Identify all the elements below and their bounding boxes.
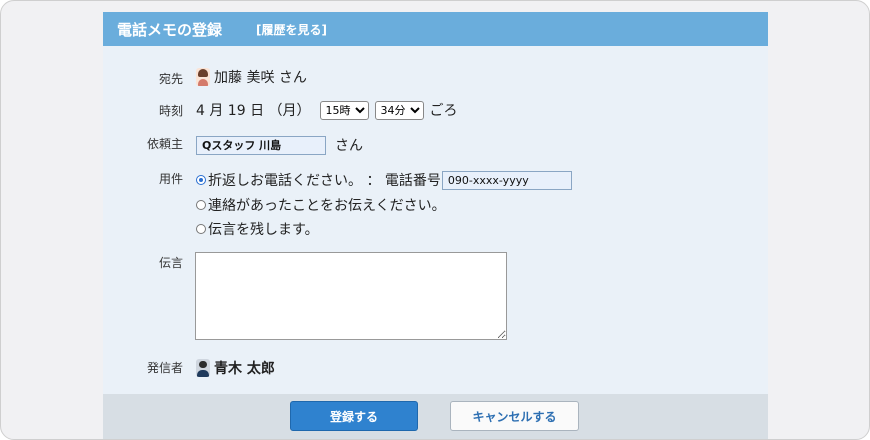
time-suffix: ごろ [429, 103, 458, 119]
sender-label: 発信者 [146, 361, 183, 375]
minute-select[interactable]: 34分 [374, 100, 424, 120]
cancel-button[interactable]: キャンセルする [450, 401, 579, 431]
requester-label: 依頼主 [146, 137, 183, 151]
message-label: 伝言 [158, 256, 183, 270]
time-label: 時刻 [158, 104, 183, 118]
sender-avatar-icon [196, 359, 210, 377]
panel-header: 電話メモの登録 [履歴を見る] [103, 12, 768, 46]
message-textarea[interactable] [195, 252, 507, 340]
radio-callback-icon[interactable] [196, 175, 206, 185]
time-value: 4 月 19 日 （月） 15時 34分 ごろ [196, 100, 458, 120]
page-title: 電話メモの登録 [117, 20, 223, 39]
recipient-name: 加藤 美咲 さん [214, 70, 307, 86]
business-option-3[interactable]: 伝言を残します。 [196, 219, 319, 239]
window-frame: 電話メモの登録 [履歴を見る] 宛先 加藤 美咲 さん 時刻 4 月 19 日 … [0, 0, 870, 440]
requester-suffix: さん [335, 138, 363, 154]
date-text: 4 月 19 日 （月） [196, 103, 311, 119]
requester-value: Qスタッフ 川島 さん [196, 135, 363, 155]
option-callback-label: 折返しお電話ください。 ： 電話番号 [208, 173, 441, 189]
option-notify-label: 連絡があったことをお伝えください。 [208, 198, 446, 214]
button-bar: 登録する キャンセルする [103, 394, 768, 439]
hour-select[interactable]: 15時 [319, 100, 369, 120]
sender-value: 青木 太郎 [196, 358, 275, 378]
sender-name: 青木 太郎 [214, 361, 275, 377]
option-message-label: 伝言を残します。 [208, 222, 319, 238]
history-link[interactable]: [履歴を見る] [256, 21, 327, 38]
recipient-avatar-icon [196, 68, 210, 86]
radio-notify-icon[interactable] [196, 200, 206, 210]
phone-number-input[interactable]: 090-xxxx-yyyy [441, 170, 572, 190]
radio-message-icon[interactable] [196, 224, 206, 234]
recipient-label: 宛先 [158, 72, 183, 86]
register-button[interactable]: 登録する [290, 401, 418, 431]
business-option-1[interactable]: 折返しお電話ください。 ： 電話番号 090-xxxx-yyyy [196, 170, 572, 190]
recipient-value: 加藤 美咲 さん [196, 67, 307, 87]
business-label: 用件 [158, 172, 183, 186]
business-option-2[interactable]: 連絡があったことをお伝えください。 [196, 195, 446, 215]
requester-input[interactable]: Qスタッフ 川島 [196, 135, 326, 155]
phone-memo-panel: 電話メモの登録 [履歴を見る] 宛先 加藤 美咲 さん 時刻 4 月 19 日 … [103, 12, 768, 439]
